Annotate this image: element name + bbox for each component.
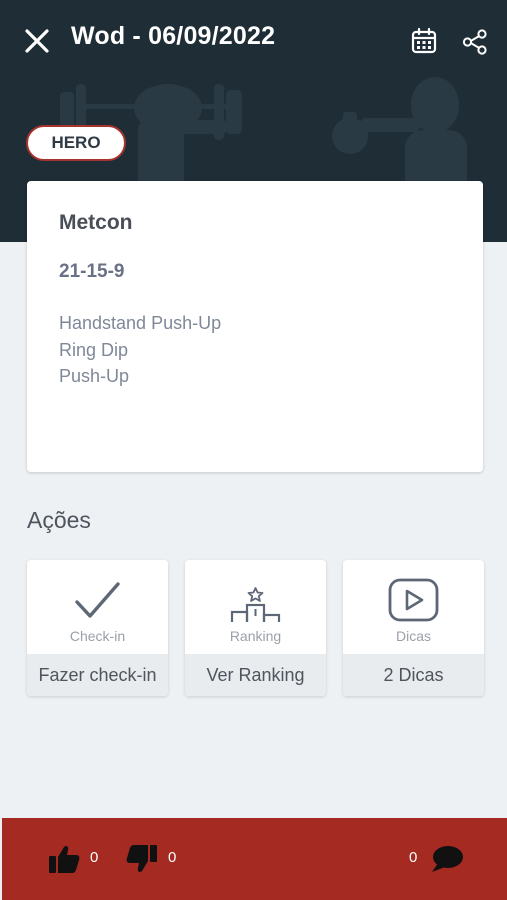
page-title: Wod - 06/09/2022 bbox=[71, 22, 276, 50]
thumbs-down-icon[interactable] bbox=[126, 844, 158, 874]
movement-list: Handstand Push-Up Ring Dip Push-Up bbox=[59, 310, 221, 390]
tips-label: Dicas bbox=[395, 628, 431, 644]
workout-card: Metcon 21-15-9 Handstand Push-Up Ring Di… bbox=[27, 181, 483, 472]
comments-count: 0 bbox=[409, 849, 418, 866]
movement-item: Push-Up bbox=[59, 366, 130, 386]
calendar-icon[interactable] bbox=[410, 27, 438, 55]
actions-heading: Ações bbox=[27, 507, 91, 533]
close-icon[interactable] bbox=[22, 26, 52, 56]
thumbs-up-icon[interactable] bbox=[48, 844, 80, 874]
dislikes-count: 0 bbox=[168, 849, 177, 866]
workout-scheme: 21-15-9 bbox=[59, 261, 125, 282]
top-bar: Wod - 06/09/2022 bbox=[0, 0, 507, 80]
ranking-label: Ranking bbox=[229, 628, 282, 644]
footer-bar: 0 0 0 bbox=[2, 818, 507, 900]
comment-icon[interactable] bbox=[430, 844, 464, 874]
play-icon bbox=[388, 578, 439, 622]
movement-item: Ring Dip bbox=[59, 339, 129, 360]
podium-icon bbox=[230, 587, 281, 622]
tips-button[interactable]: 2 Dicas bbox=[343, 654, 484, 696]
workout-title: Metcon bbox=[59, 211, 133, 234]
share-icon[interactable] bbox=[461, 28, 489, 56]
likes-count: 0 bbox=[90, 849, 99, 866]
hero-badge: HERO bbox=[26, 125, 126, 161]
ranking-action-card[interactable]: Ranking Ver Ranking bbox=[185, 560, 326, 696]
checkin-label: Check-in bbox=[69, 628, 126, 644]
movement-item: Handstand Push-Up bbox=[59, 313, 222, 333]
ranking-button[interactable]: Ver Ranking bbox=[185, 654, 326, 696]
checkin-button[interactable]: Fazer check-in bbox=[27, 654, 168, 696]
checkin-action-card[interactable]: Check-in Fazer check-in bbox=[27, 560, 168, 696]
tips-action-card[interactable]: Dicas 2 Dicas bbox=[343, 560, 484, 696]
check-icon bbox=[75, 582, 120, 618]
